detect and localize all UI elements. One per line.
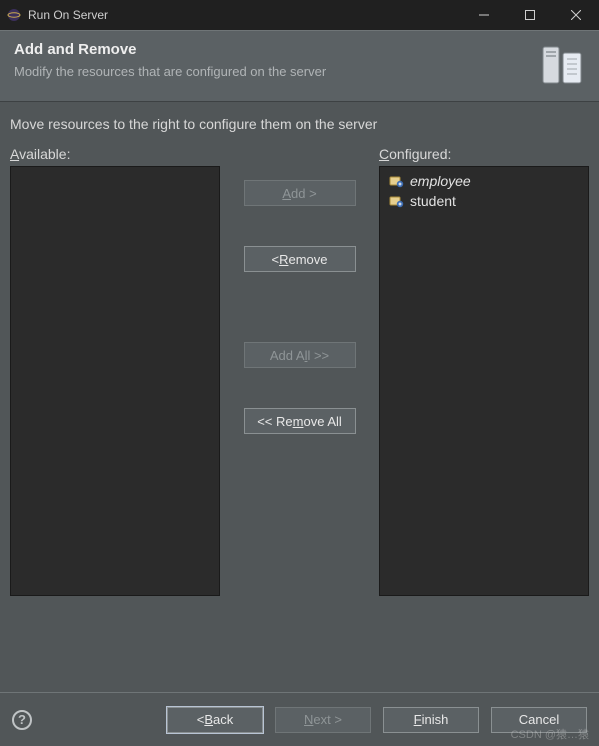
list-item-label: employee xyxy=(410,173,471,189)
titlebar: Run On Server xyxy=(0,0,599,30)
server-banner-icon xyxy=(537,41,585,89)
back-button[interactable]: < Back xyxy=(167,707,263,733)
module-icon xyxy=(388,193,404,209)
list-item[interactable]: student xyxy=(386,191,582,211)
page-subtitle: Modify the resources that are configured… xyxy=(14,64,527,79)
wizard-content: Move resources to the right to configure… xyxy=(0,102,599,606)
wizard-header: Add and Remove Modify the resources that… xyxy=(0,30,599,102)
help-button[interactable]: ? xyxy=(12,710,32,730)
remove-button[interactable]: < Remove xyxy=(244,246,356,272)
maximize-button[interactable] xyxy=(507,0,553,30)
add-all-button: Add All >> xyxy=(244,342,356,368)
module-icon xyxy=(388,173,404,189)
configured-label: Configured: xyxy=(379,146,589,162)
list-item-label: student xyxy=(410,193,456,209)
remove-all-button[interactable]: << Remove All xyxy=(244,408,356,434)
configured-listbox[interactable]: employee student xyxy=(379,166,589,596)
close-button[interactable] xyxy=(553,0,599,30)
add-button: Add > xyxy=(244,180,356,206)
cancel-button[interactable]: Cancel xyxy=(491,707,587,733)
instruction-text: Move resources to the right to configure… xyxy=(10,116,589,132)
minimize-button[interactable] xyxy=(461,0,507,30)
next-button: Next > xyxy=(275,707,371,733)
list-item[interactable]: employee xyxy=(386,171,582,191)
available-label: Available: xyxy=(10,146,220,162)
wizard-button-bar: ? < Back Next > Finish Cancel xyxy=(0,692,599,746)
finish-button[interactable]: Finish xyxy=(383,707,479,733)
available-listbox[interactable] xyxy=(10,166,220,596)
page-title: Add and Remove xyxy=(14,41,527,58)
eclipse-app-icon xyxy=(6,7,22,23)
window-title: Run On Server xyxy=(28,8,108,22)
